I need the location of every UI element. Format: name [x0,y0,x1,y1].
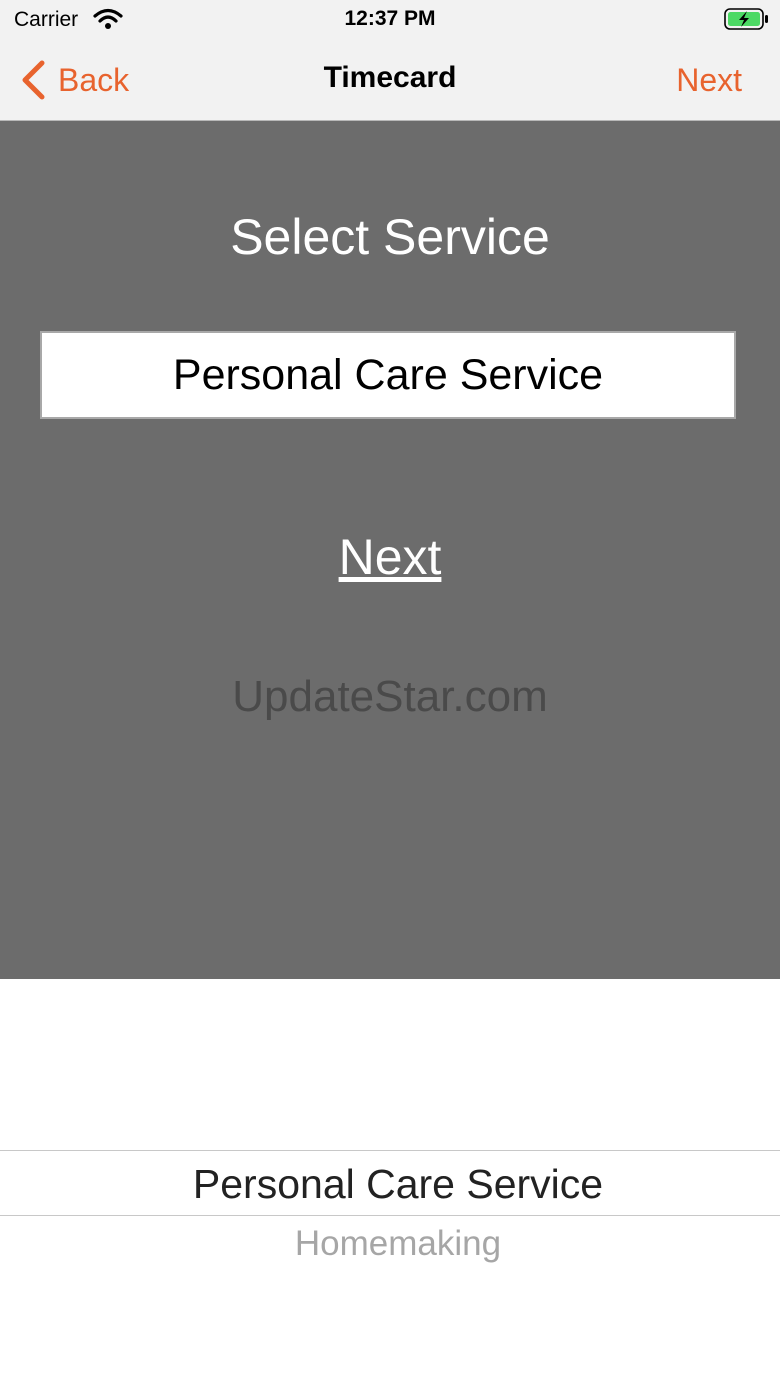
battery-icon [724,8,768,30]
back-button[interactable]: Back [20,56,129,104]
main-content: Select Service Personal Care Service Nex… [0,121,780,979]
status-time: 12:37 PM [344,7,436,30]
picker-option[interactable]: Homemaking [0,1224,780,1264]
watermark-text: UpdateStar.com [232,672,548,721]
back-button-label: Back [58,61,130,98]
service-picker[interactable]: Personal Care Service Homemaking [0,979,780,1387]
status-bar: Carrier 12:37 PM [0,0,780,40]
next-nav-button[interactable]: Next [676,62,742,99]
picker-divider-bottom [0,1215,780,1216]
service-select-field[interactable]: Personal Care Service [40,331,736,419]
next-link[interactable]: Next [0,528,780,586]
navigation-bar: Back Timecard Next [0,40,780,121]
picker-divider-top [0,1150,780,1151]
picker-option-selected[interactable]: Personal Care Service [0,1161,780,1208]
chevron-left-icon [22,60,45,100]
select-service-heading: Select Service [230,209,550,265]
page-title: Timecard [323,61,457,94]
